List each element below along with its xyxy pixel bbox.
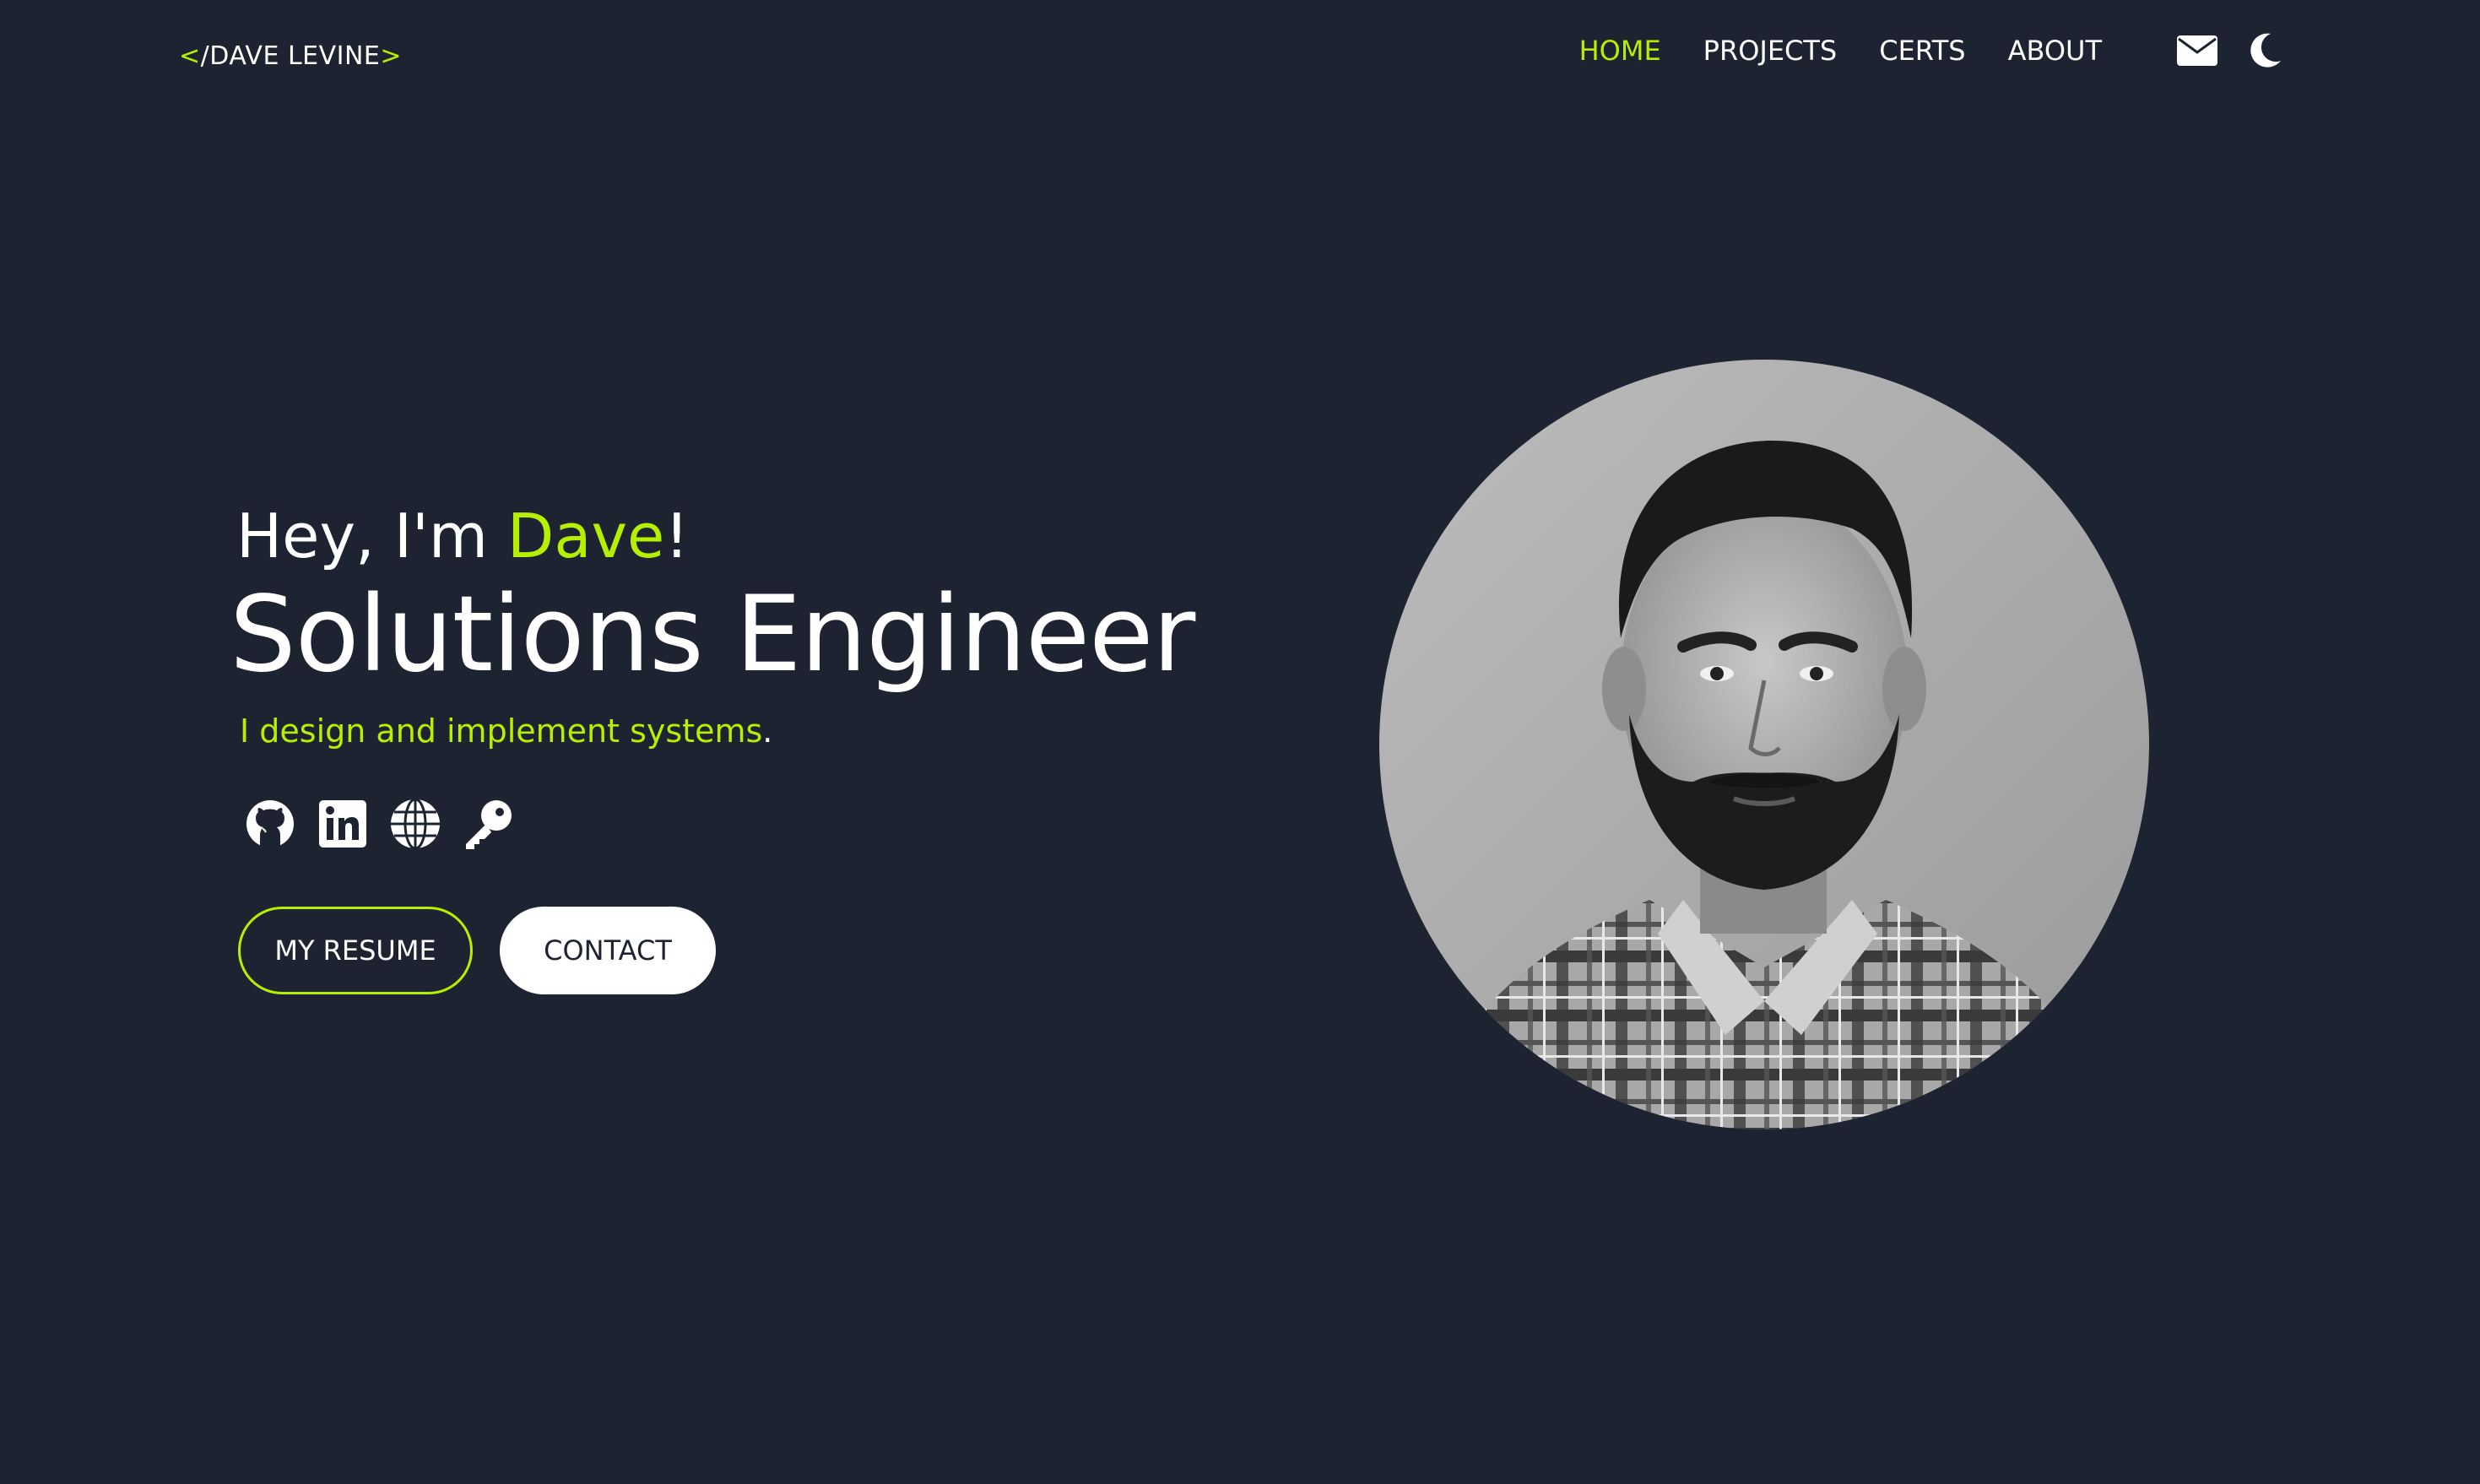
greeting-prefix: Hey, I'm xyxy=(236,501,507,571)
header-icons xyxy=(2176,30,2282,71)
key-icon[interactable] xyxy=(461,797,515,851)
greeting-suffix: ! xyxy=(664,501,690,571)
github-icon[interactable] xyxy=(243,797,297,851)
tagline-text: I design and implement systems xyxy=(240,712,763,750)
main-nav: HOME PROJECTS CERTS ABOUT xyxy=(1579,30,2102,71)
my-resume-button[interactable]: MY RESUME xyxy=(238,907,473,994)
nav-projects[interactable]: PROJECTS xyxy=(1703,35,1838,67)
nav-certs[interactable]: CERTS xyxy=(1879,35,1965,67)
hero-tagline: I design and implement systems. xyxy=(240,712,772,750)
site-logo[interactable]: < / DAVE LEVINE > xyxy=(179,35,402,76)
greeting-name: Dave xyxy=(506,501,665,571)
logo-name: DAVE LEVINE xyxy=(209,41,381,71)
contact-button[interactable]: CONTACT xyxy=(500,907,716,994)
linkedin-icon[interactable] xyxy=(316,797,370,851)
moon-icon[interactable] xyxy=(2249,32,2282,69)
logo-close-bracket: > xyxy=(380,41,403,71)
hero-greeting: Hey, I'm Dave! xyxy=(236,501,690,571)
logo-open-bracket: < xyxy=(179,41,201,71)
profile-photo xyxy=(1379,360,2149,1129)
hero-role-title: Solutions Engineer xyxy=(230,574,1195,696)
envelope-icon[interactable] xyxy=(2176,35,2218,67)
globe-icon[interactable] xyxy=(388,797,442,851)
logo-slash: / xyxy=(200,41,210,71)
page: < / DAVE LEVINE > HOME PROJECTS CERTS AB… xyxy=(0,0,2480,1484)
social-links xyxy=(243,797,515,851)
nav-about[interactable]: ABOUT xyxy=(2008,35,2102,67)
tagline-period: . xyxy=(762,712,773,750)
nav-home[interactable]: HOME xyxy=(1579,35,1661,67)
